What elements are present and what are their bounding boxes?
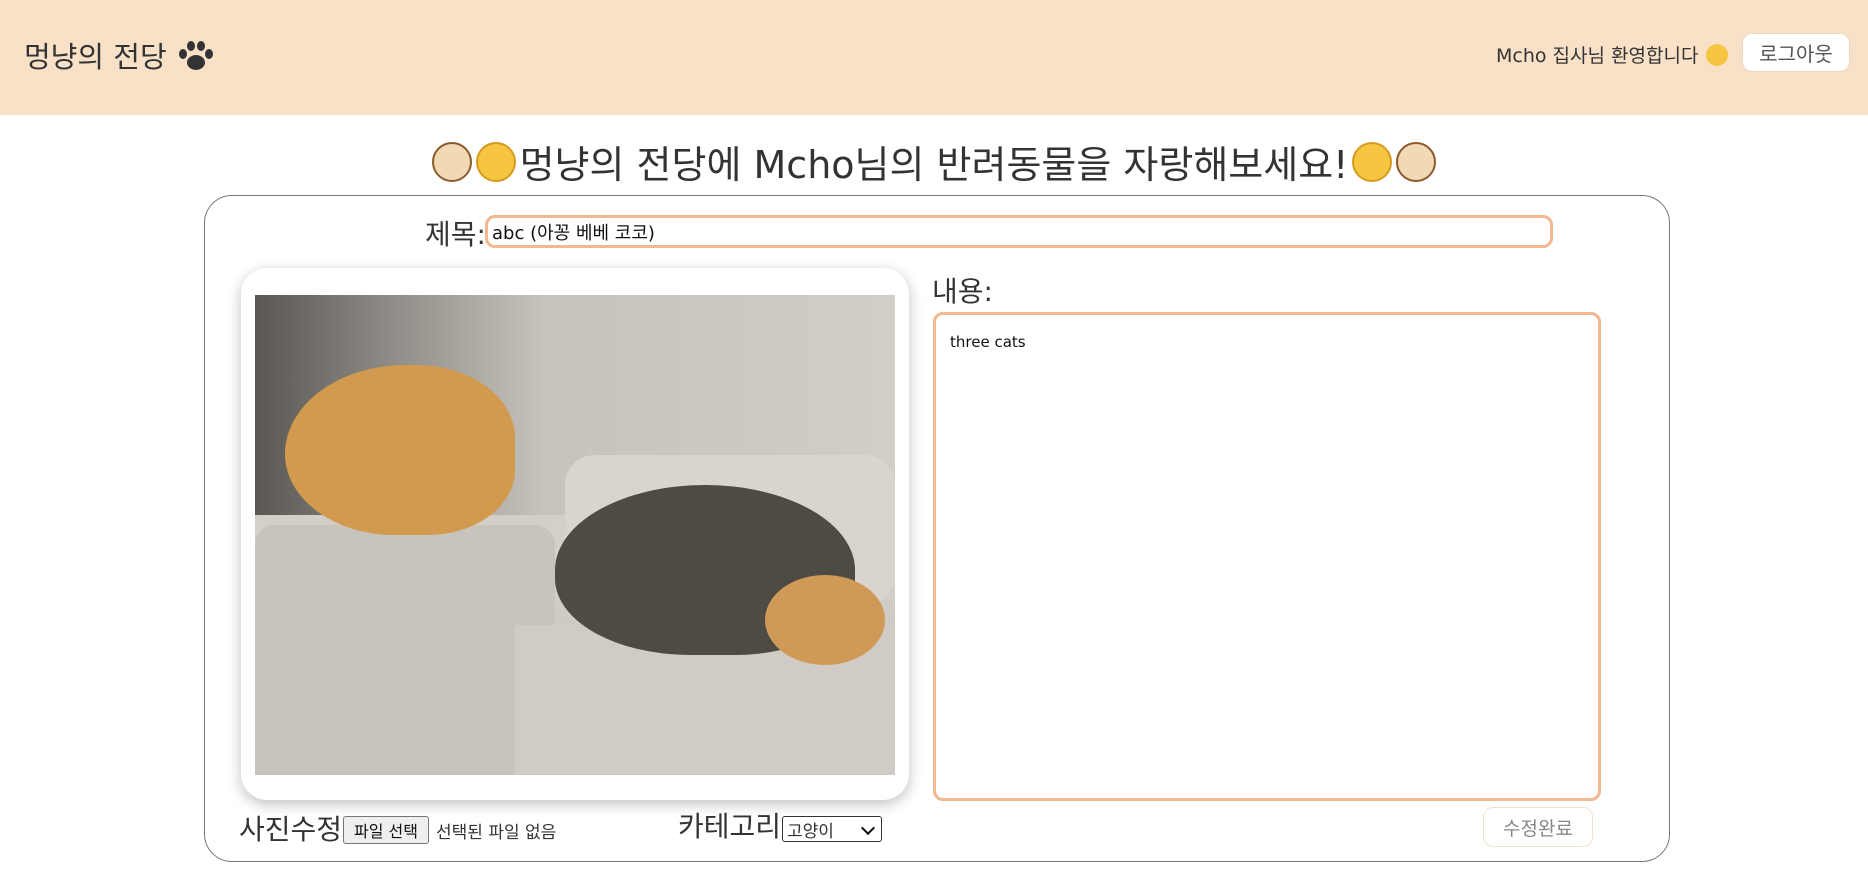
- brand[interactable]: 멍냥의 전당: [24, 34, 213, 76]
- category-label: 카테고리: [678, 810, 782, 843]
- photo-edit-label: 사진수정: [239, 813, 343, 846]
- cat-face-icon: [1352, 141, 1393, 182]
- chevron-down-icon: [860, 820, 876, 836]
- file-status: 선택된 파일 없음: [436, 823, 557, 843]
- brand-title: 멍냥의 전당: [24, 40, 167, 74]
- dog-emoji-icon: [431, 141, 472, 182]
- content-textarea[interactable]: three cats: [933, 312, 1601, 801]
- photo-preview-frame: [241, 268, 909, 800]
- category-selected-value: 고양이: [787, 821, 834, 842]
- dog-emoji-icon: [1396, 141, 1437, 182]
- top-bar: 멍냥의 전당 Mcho 집사님 환영합니다 로그아웃: [0, 0, 1868, 115]
- title-input[interactable]: [485, 215, 1553, 248]
- title-label: 제목:: [425, 218, 486, 251]
- cat-face-icon: [1706, 43, 1729, 66]
- submit-edit-button[interactable]: 수정완료: [1483, 807, 1593, 847]
- content-label: 내용:: [932, 275, 993, 308]
- paw-icon: [177, 39, 213, 71]
- logout-button[interactable]: 로그아웃: [1742, 33, 1850, 72]
- cat-face-icon: [475, 141, 516, 182]
- welcome-text: Mcho 집사님 환영합니다: [1496, 45, 1699, 67]
- file-select-button[interactable]: 파일 선택: [343, 816, 429, 844]
- edit-post-card: 제목: 사진수정 파일 선택 선택된 파일 없음 카테고리 고양이 내용: th…: [204, 195, 1670, 862]
- page-title: 멍냥의 전당에 Mcho님의 반려동물을 자랑해보세요!: [0, 134, 1868, 189]
- category-select[interactable]: 고양이: [782, 816, 882, 842]
- page-title-text: 멍냥의 전당에 Mcho님의 반려동물을 자랑해보세요!: [519, 143, 1349, 187]
- pet-photo: [255, 295, 895, 775]
- welcome-message: Mcho 집사님 환영합니다: [1496, 41, 1729, 68]
